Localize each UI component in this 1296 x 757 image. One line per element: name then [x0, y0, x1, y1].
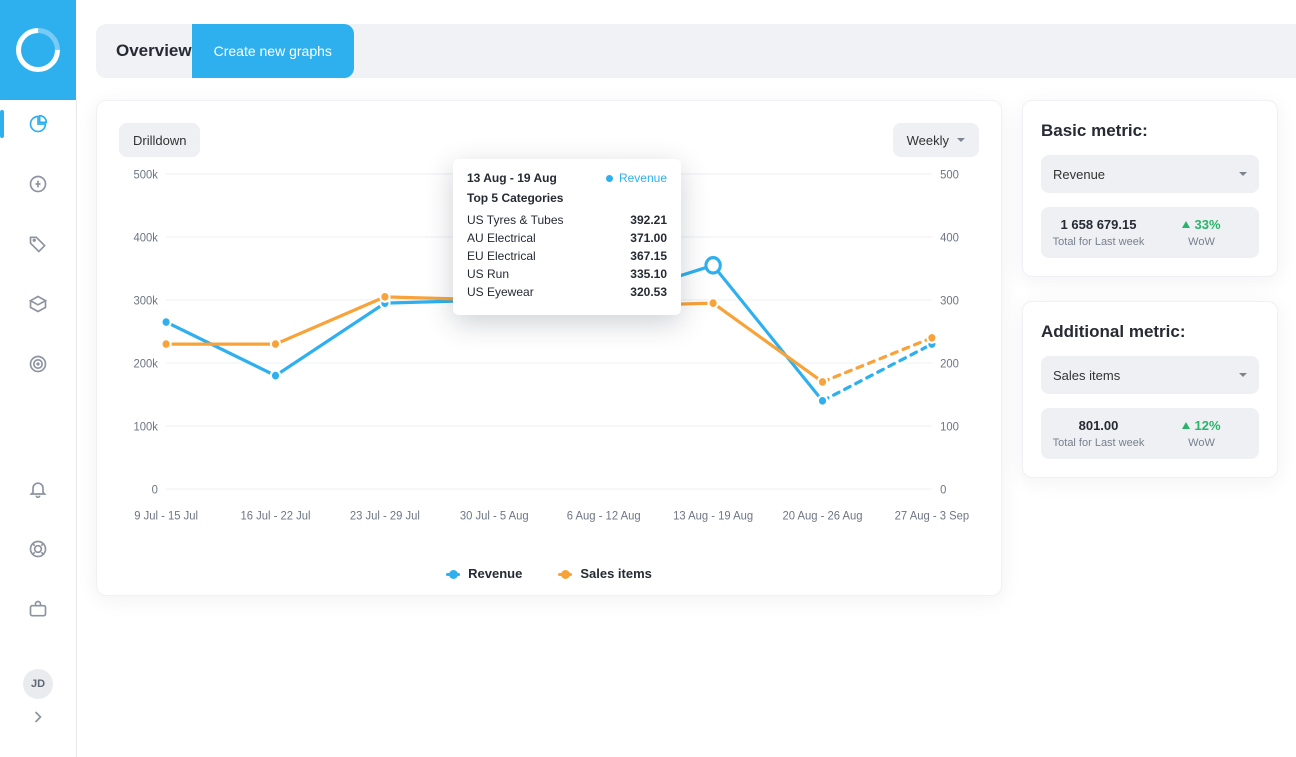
nav-notifications[interactable] — [20, 471, 56, 507]
lifebuoy-icon — [28, 539, 48, 559]
tooltip-date: 13 Aug - 19 Aug — [467, 171, 557, 185]
svg-text:9 Jul - 15 Jul: 9 Jul - 15 Jul — [134, 509, 198, 522]
legend-dot-icon — [446, 573, 460, 576]
svg-text:200: 200 — [940, 357, 959, 370]
brand-logo — [0, 0, 76, 100]
period-select[interactable]: Weekly — [893, 123, 979, 157]
tooltip-series: Revenue — [606, 171, 667, 185]
basic-metric-delta: 33% — [1182, 217, 1220, 232]
nav-workspace[interactable] — [20, 591, 56, 627]
svg-text:0: 0 — [940, 483, 947, 496]
svg-text:400: 400 — [940, 231, 959, 244]
nav-targets[interactable] — [20, 346, 56, 382]
pie-chart-icon — [28, 114, 48, 134]
legend-revenue-label: Revenue — [468, 566, 522, 581]
main-content: Drilldown Weekly 0 100k 200k 300k 400k 500k 0 1… — [96, 100, 1296, 757]
arrow-up-icon — [1182, 422, 1190, 429]
briefcase-icon — [28, 599, 48, 619]
basic-metric-select[interactable]: Revenue — [1041, 155, 1259, 193]
additional-metric-title: Additional metric: — [1041, 322, 1259, 342]
tooltip-row: US Run335.10 — [467, 267, 667, 281]
additional-metric-delta: 12% — [1182, 418, 1220, 433]
additional-metric-delta-label: WoW — [1188, 437, 1215, 449]
svg-text:0: 0 — [152, 483, 159, 496]
chevron-down-icon — [957, 138, 965, 142]
chart-legend: Revenue Sales items — [97, 566, 1001, 581]
additional-metric-value: 801.00 — [1079, 418, 1119, 433]
svg-text:13 Aug - 19 Aug: 13 Aug - 19 Aug — [673, 509, 753, 522]
logo-icon — [7, 19, 69, 81]
nav-tags[interactable] — [20, 226, 56, 262]
nav-support[interactable] — [20, 531, 56, 567]
legend-sales-items-label: Sales items — [580, 566, 652, 581]
additional-metric-selected: Sales items — [1053, 368, 1120, 383]
chevron-down-icon — [1239, 172, 1247, 176]
legend-revenue[interactable]: Revenue — [446, 566, 522, 581]
basic-metric-value: 1 658 679.15 — [1061, 217, 1137, 232]
svg-text:500k: 500k — [134, 168, 159, 181]
legend-sales-items[interactable]: Sales items — [558, 566, 652, 581]
chart-panel: Drilldown Weekly 0 100k 200k 300k 400k 500k 0 1… — [96, 100, 1002, 596]
legend-dot-icon — [558, 573, 572, 576]
target-icon — [28, 354, 48, 374]
svg-text:23 Jul - 29 Jul: 23 Jul - 29 Jul — [350, 509, 420, 522]
svg-text:400k: 400k — [134, 231, 159, 244]
svg-text:200k: 200k — [134, 357, 159, 370]
dot-icon — [606, 175, 613, 182]
currency-icon — [28, 174, 48, 194]
tooltip-rows: US Tyres & Tubes392.21 AU Electrical371.0… — [467, 213, 667, 299]
svg-text:6 Aug - 12 Aug: 6 Aug - 12 Aug — [567, 509, 641, 522]
period-label: Weekly — [907, 133, 949, 148]
nav-inventory[interactable] — [20, 286, 56, 322]
basic-metric-delta-label: WoW — [1188, 236, 1215, 248]
create-graphs-button[interactable]: Create new graphs — [192, 24, 354, 78]
drilldown-button[interactable]: Drilldown — [119, 123, 200, 157]
basic-metric-delta-value: 33% — [1194, 217, 1220, 232]
chart-toolbar: Drilldown Weekly — [119, 123, 979, 157]
svg-text:500: 500 — [940, 168, 959, 181]
additional-metric-select[interactable]: Sales items — [1041, 356, 1259, 394]
svg-text:30 Jul - 5 Aug: 30 Jul - 5 Aug — [460, 509, 529, 522]
sidebar-collapse[interactable] — [20, 699, 56, 735]
drilldown-label: Drilldown — [133, 133, 186, 148]
page-title: Overview — [116, 41, 192, 61]
box-icon — [28, 294, 48, 314]
tooltip-row: US Eyewear320.53 — [467, 285, 667, 299]
svg-text:100k: 100k — [134, 420, 159, 433]
svg-text:300: 300 — [940, 294, 959, 307]
nav-primary — [20, 106, 56, 382]
tooltip-row: AU Electrical371.00 — [467, 231, 667, 245]
sidebar: JD — [0, 100, 77, 757]
tooltip-row: EU Electrical367.15 — [467, 249, 667, 263]
user-avatar[interactable]: JD — [23, 669, 53, 699]
svg-text:27 Aug - 3 Sep: 27 Aug - 3 Sep — [895, 509, 969, 522]
tag-icon — [28, 234, 48, 254]
arrow-up-icon — [1182, 221, 1190, 228]
metrics-sidebar: Basic metric: Revenue 1 658 679.15 Total… — [1022, 100, 1278, 757]
svg-text:100: 100 — [940, 420, 959, 433]
tooltip-row: US Tyres & Tubes392.21 — [467, 213, 667, 227]
basic-metric-title: Basic metric: — [1041, 121, 1259, 141]
nav-transactions[interactable] — [20, 166, 56, 202]
bell-icon — [28, 479, 48, 499]
basic-metric-stats: 1 658 679.15 Total for Last week 33% WoW — [1041, 207, 1259, 258]
nav-footer: JD — [20, 471, 56, 699]
additional-metric-card: Additional metric: Sales items 801.00 To… — [1022, 301, 1278, 478]
additional-metric-value-label: Total for Last week — [1053, 437, 1145, 449]
additional-metric-stats: 801.00 Total for Last week 12% WoW — [1041, 408, 1259, 459]
tooltip-series-label: Revenue — [619, 171, 667, 185]
chart-tooltip: 13 Aug - 19 Aug Revenue Top 5 Categories… — [453, 159, 681, 315]
basic-metric-selected: Revenue — [1053, 167, 1105, 182]
svg-text:300k: 300k — [134, 294, 159, 307]
additional-metric-delta-value: 12% — [1194, 418, 1220, 433]
nav-overview[interactable] — [20, 106, 56, 142]
chevron-down-icon — [1239, 373, 1247, 377]
svg-text:20 Aug - 26 Aug: 20 Aug - 26 Aug — [782, 509, 862, 522]
basic-metric-card: Basic metric: Revenue 1 658 679.15 Total… — [1022, 100, 1278, 277]
tooltip-section-title: Top 5 Categories — [467, 191, 667, 205]
basic-metric-value-label: Total for Last week — [1053, 236, 1145, 248]
chevron-right-icon — [28, 707, 48, 727]
svg-text:16 Jul - 22 Jul: 16 Jul - 22 Jul — [240, 509, 310, 522]
page-header: Overview Create new graphs — [96, 24, 1296, 78]
